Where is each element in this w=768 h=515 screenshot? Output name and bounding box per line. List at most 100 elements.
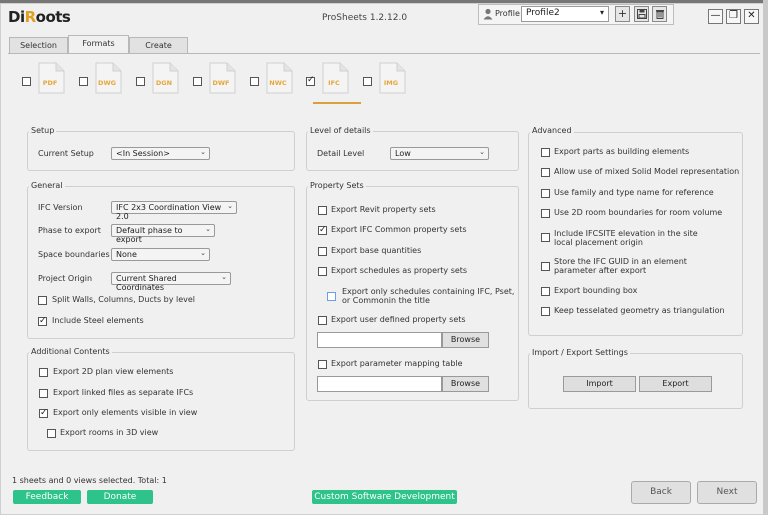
store-guid-checkbox[interactable] (541, 262, 550, 271)
close-button[interactable]: ✕ (744, 9, 759, 24)
import-button[interactable]: Import (563, 376, 636, 392)
chevron-down-icon: ⌄ (479, 148, 485, 156)
import-export-title: Import / Export Settings (530, 348, 630, 357)
dwf-checkbox[interactable] (193, 77, 202, 86)
dwg-file-icon[interactable]: DWG (95, 62, 122, 94)
active-format-indicator (313, 102, 361, 104)
img-checkbox[interactable] (363, 77, 372, 86)
checkmark-icon: ✓ (319, 225, 327, 235)
level-of-details-title: Level of details (308, 126, 373, 135)
base-quantities-label: Export base quantities (331, 246, 422, 255)
phase-select[interactable]: Default phase to export ⌄ (111, 224, 215, 244)
tab-divider (8, 53, 760, 54)
export-2d-plan-checkbox[interactable] (39, 368, 48, 377)
tab-formats[interactable]: Formats (68, 35, 129, 54)
tab-create-label: Create (145, 41, 172, 50)
export-button[interactable]: Export (639, 376, 712, 392)
add-profile-button[interactable]: + (615, 6, 630, 22)
pdf-file-icon[interactable]: PDF (38, 62, 65, 94)
profile-label: Profile (495, 9, 520, 18)
ifc-version-select[interactable]: IFC 2x3 Coordination View 2.0 ⌄ (111, 201, 237, 221)
additional-contents-title: Additional Contents (29, 347, 112, 356)
base-quantities-checkbox[interactable] (318, 247, 327, 256)
include-steel-checkbox[interactable]: ✓ (38, 316, 47, 326)
donate-button[interactable]: Donate (87, 490, 153, 504)
export-rooms-3d-checkbox[interactable] (47, 429, 56, 438)
ifc-file-icon[interactable]: IFC (322, 62, 349, 94)
browse-param-mapping-button[interactable]: Browse (442, 376, 489, 392)
custom-software-button[interactable]: Custom Software Development (312, 490, 457, 504)
current-setup-label: Current Setup (38, 149, 94, 158)
revit-pset-label: Export Revit property sets (331, 205, 436, 214)
dwg-checkbox[interactable] (79, 77, 88, 86)
dgn-file-icon[interactable]: DGN (152, 62, 179, 94)
schedules-pset-checkbox[interactable] (318, 267, 327, 276)
bounding-box-checkbox[interactable] (541, 287, 550, 296)
room-boundaries-checkbox[interactable] (541, 209, 550, 218)
room-boundaries-label: Use 2D room boundaries for room volume (554, 208, 723, 217)
dwf-file-icon[interactable]: DWF (209, 62, 236, 94)
profile-select[interactable]: Profile2 ▾ (521, 6, 609, 22)
ifc-common-pset-label: Export IFC Common property sets (331, 225, 467, 234)
detail-level-label: Detail Level (317, 149, 365, 158)
space-boundaries-label: Space boundaries (38, 250, 110, 259)
detail-level-value: Low (395, 149, 411, 158)
minimize-button[interactable]: — (708, 9, 723, 24)
space-boundaries-select[interactable]: None ⌄ (111, 248, 210, 261)
dgn-checkbox[interactable] (136, 77, 145, 86)
family-type-name-checkbox[interactable] (541, 189, 550, 198)
tab-formats-label: Formats (82, 39, 115, 48)
user-defined-pset-checkbox[interactable] (318, 316, 327, 325)
family-type-name-label: Use family and type name for reference (554, 188, 714, 197)
ifc-common-pset-checkbox[interactable]: ✓ (318, 225, 327, 235)
ifc-label: IFC (328, 79, 340, 87)
minimize-icon: — (710, 10, 721, 21)
export-linked-checkbox[interactable] (39, 389, 48, 398)
parts-as-elements-checkbox[interactable] (541, 148, 550, 157)
phase-label: Phase to export (38, 226, 101, 235)
mixed-solid-checkbox[interactable] (541, 168, 550, 177)
img-file-icon[interactable]: IMG (379, 62, 406, 94)
back-button[interactable]: Back (631, 481, 691, 504)
param-mapping-label: Export parameter mapping table (331, 359, 463, 368)
ifc-checkbox[interactable]: ✓ (306, 75, 315, 86)
tab-create[interactable]: Create (129, 37, 188, 53)
export-visible-checkbox[interactable]: ✓ (39, 408, 48, 418)
nwc-checkbox[interactable] (250, 77, 259, 86)
delete-profile-button[interactable] (652, 6, 667, 22)
property-sets-title: Property Sets (308, 181, 366, 190)
next-button[interactable]: Next (697, 481, 757, 504)
tessellated-checkbox[interactable] (541, 307, 550, 316)
ifcsite-elevation-checkbox[interactable] (541, 233, 550, 242)
trash-icon (655, 10, 664, 19)
save-profile-button[interactable] (634, 6, 649, 22)
plus-icon: + (617, 7, 628, 20)
pdf-checkbox[interactable] (22, 77, 31, 86)
split-walls-checkbox[interactable] (38, 296, 47, 305)
param-mapping-path-input[interactable] (317, 376, 442, 392)
user-defined-path-input[interactable] (317, 332, 442, 348)
detail-level-select[interactable]: Low ⌄ (390, 147, 489, 160)
browse-user-defined-button[interactable]: Browse (442, 332, 489, 348)
chevron-down-icon: ⌄ (227, 202, 233, 210)
current-setup-value: <In Session> (116, 149, 170, 158)
chevron-down-icon: ▾ (599, 8, 604, 17)
current-setup-select[interactable]: <In Session> ⌄ (111, 147, 210, 160)
revit-pset-checkbox[interactable] (318, 206, 327, 215)
dgn-label: DGN (155, 79, 173, 87)
nwc-file-icon[interactable]: NWC (266, 62, 293, 94)
project-origin-select[interactable]: Current Shared Coordinates ⌄ (111, 272, 231, 292)
restore-button[interactable]: ❐ (726, 9, 741, 24)
schedules-only-checkbox[interactable] (327, 292, 336, 301)
param-mapping-checkbox[interactable] (318, 360, 327, 369)
checkmark-icon: ✓ (39, 316, 47, 326)
tab-selection-label: Selection (20, 41, 57, 50)
chevron-down-icon: ⌄ (200, 148, 206, 156)
split-walls-label: Split Walls, Columns, Ducts by level (52, 295, 196, 304)
nwc-label: NWC (269, 79, 287, 87)
include-steel-label: Include Steel elements (52, 316, 144, 325)
feedback-button[interactable]: Feedback (13, 490, 81, 504)
mixed-solid-label: Allow use of mixed Solid Model represent… (554, 167, 740, 176)
right-edge (763, 0, 768, 515)
tab-selection[interactable]: Selection (9, 37, 68, 53)
